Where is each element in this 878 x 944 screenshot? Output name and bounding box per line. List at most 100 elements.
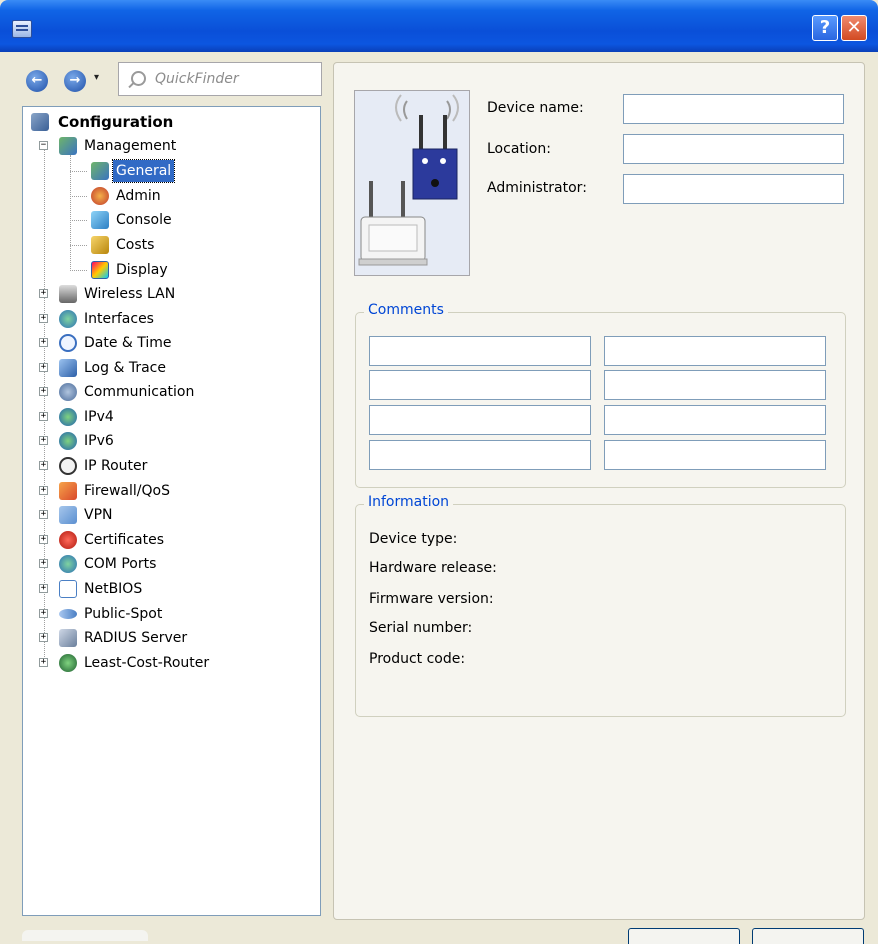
expand-icon[interactable]: + — [39, 535, 48, 544]
ok-button[interactable] — [628, 928, 740, 944]
tree-label: Log & Trace — [84, 360, 166, 376]
expand-icon[interactable]: + — [39, 412, 48, 421]
tree-label: NetBIOS — [84, 581, 143, 597]
expand-icon[interactable]: + — [39, 584, 48, 593]
expand-icon[interactable]: + — [39, 363, 48, 372]
navigation-bar: ← → ▾ — [22, 62, 322, 96]
tree-label: IPv4 — [84, 409, 114, 425]
expand-icon[interactable]: + — [39, 387, 48, 396]
tree-label: Certificates — [84, 532, 165, 548]
expand-icon[interactable]: + — [39, 633, 48, 642]
tree-label: Display — [116, 262, 168, 278]
expand-icon[interactable]: + — [39, 559, 48, 568]
clock-icon — [59, 334, 77, 352]
tree-label: Console — [116, 212, 172, 228]
tree-label: IP Router — [84, 458, 148, 474]
device-image — [354, 90, 470, 276]
router-icon — [59, 457, 77, 475]
expand-icon[interactable]: + — [39, 609, 48, 618]
radius-server-icon — [59, 629, 77, 647]
management-icon — [59, 137, 77, 155]
information-group-title: Information — [364, 494, 454, 510]
configuration-icon — [31, 113, 49, 131]
public-spot-icon — [59, 609, 77, 619]
tree-label: VPN — [84, 507, 113, 523]
location-field[interactable] — [623, 134, 844, 164]
access-point-illustration — [358, 94, 459, 266]
comment-field-2[interactable] — [604, 336, 826, 366]
comment-field-8[interactable] — [604, 440, 826, 470]
log-trace-icon — [59, 359, 77, 377]
quickfinder-input[interactable] — [153, 67, 313, 91]
status-area — [22, 930, 148, 941]
configuration-tree: Configuration − Management General Admin… — [22, 106, 321, 916]
admin-icon — [91, 187, 109, 205]
expand-icon[interactable]: + — [39, 436, 48, 445]
back-button[interactable]: ← — [26, 70, 48, 92]
firmware-version-label: Firmware version: — [369, 591, 494, 607]
comment-field-5[interactable] — [369, 405, 591, 435]
expand-icon[interactable]: + — [39, 658, 48, 667]
quickfinder-box[interactable] — [118, 62, 322, 96]
display-icon — [91, 261, 109, 279]
interfaces-icon — [59, 310, 77, 328]
netbios-icon — [59, 580, 77, 598]
console-icon — [91, 211, 109, 229]
window-titlebar: ? ✕ — [0, 0, 878, 52]
administrator-field[interactable] — [623, 174, 844, 204]
tree-guide-line — [70, 220, 87, 221]
expand-icon[interactable]: + — [39, 338, 48, 347]
tree-guide-line — [70, 196, 87, 197]
tree-label: RADIUS Server — [84, 630, 188, 646]
help-button[interactable]: ? — [812, 15, 838, 41]
expand-icon[interactable]: + — [39, 510, 48, 519]
app-window-icon[interactable] — [12, 20, 32, 38]
comment-field-1[interactable] — [369, 336, 591, 366]
globe-icon — [59, 408, 77, 426]
least-cost-router-icon — [59, 654, 77, 672]
tree-label: Management — [84, 138, 177, 154]
certificate-icon — [59, 531, 77, 549]
cancel-button[interactable] — [752, 928, 864, 944]
wireless-lan-icon — [59, 285, 77, 303]
administrator-label: Administrator: — [487, 180, 587, 196]
globe-icon — [59, 432, 77, 450]
tree-label: Least-Cost-Router — [84, 655, 210, 671]
vpn-icon — [59, 506, 77, 524]
device-name-field[interactable] — [623, 94, 844, 124]
comment-field-6[interactable] — [604, 405, 826, 435]
comments-group-title: Comments — [364, 302, 448, 318]
tree-label: General — [111, 159, 176, 183]
tree-label: COM Ports — [84, 556, 157, 572]
general-icon — [91, 162, 109, 180]
tree-guide-line — [70, 245, 87, 246]
comment-field-3[interactable] — [369, 370, 591, 400]
tree-label: Admin — [116, 188, 161, 204]
tree-label: Configuration — [58, 113, 174, 131]
expand-icon[interactable]: + — [39, 314, 48, 323]
tree-guide-line — [70, 270, 87, 271]
location-label: Location: — [487, 141, 551, 157]
expand-icon[interactable]: + — [39, 461, 48, 470]
close-button[interactable]: ✕ — [841, 15, 867, 41]
comment-field-7[interactable] — [369, 440, 591, 470]
expand-icon[interactable]: + — [39, 486, 48, 495]
tree-label: Public-Spot — [84, 606, 163, 622]
serial-number-label: Serial number: — [369, 620, 473, 636]
tree-label: Wireless LAN — [84, 286, 176, 302]
firewall-icon — [59, 482, 77, 500]
collapse-icon[interactable]: − — [39, 141, 48, 150]
tree-guide-line — [70, 155, 71, 271]
tree-label: IPv6 — [84, 433, 114, 449]
forward-button[interactable]: → — [64, 70, 86, 92]
history-dropdown-icon[interactable]: ▾ — [94, 72, 99, 83]
expand-icon[interactable]: + — [39, 289, 48, 298]
comment-field-4[interactable] — [604, 370, 826, 400]
costs-icon — [91, 236, 109, 254]
tree-guide-line — [70, 171, 87, 172]
tree-label: Communication — [84, 384, 195, 400]
com-ports-icon — [59, 555, 77, 573]
tree-label: Interfaces — [84, 311, 154, 327]
device-type-label: Device type: — [369, 531, 458, 547]
hardware-release-label: Hardware release: — [369, 560, 497, 576]
